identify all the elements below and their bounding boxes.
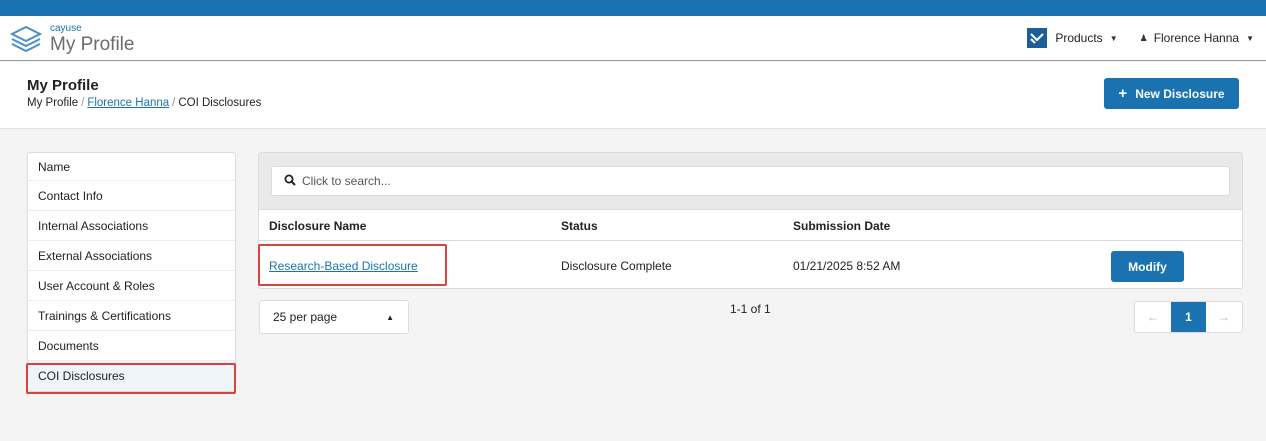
table-header: Disclosure Name Status Submission Date [259, 211, 1242, 241]
submission-date: 01/21/2025 8:52 AM [793, 259, 901, 273]
breadcrumb-separator: / [81, 97, 85, 109]
sidebar-item-internal-associations[interactable]: Internal Associations [28, 211, 235, 241]
products-menu[interactable]: Products ▼ [1055, 31, 1117, 45]
app-logo[interactable]: cayuse My Profile [10, 24, 134, 54]
column-header-disclosure-name[interactable]: Disclosure Name [269, 219, 366, 233]
disclosure-name-link[interactable]: Research-Based Disclosure [269, 259, 418, 273]
sidebar-item-contact-info[interactable]: Contact Info [28, 181, 235, 211]
user-icon: ♟ [1139, 32, 1148, 43]
sidebar-item-user-account-roles[interactable]: User Account & Roles [28, 271, 235, 301]
per-page-select[interactable]: 25 per page ▲ [259, 300, 409, 334]
user-name: Florence Hanna [1153, 31, 1240, 45]
app-header: cayuse My Profile Products ▼ ♟ Florence … [0, 16, 1266, 61]
chevron-down-icon: ▼ [1246, 33, 1254, 43]
breadcrumb: My Profile / Florence Hanna / COI Disclosure… [27, 97, 261, 109]
new-disclosure-label: New Disclosure [1135, 86, 1225, 101]
user-menu[interactable]: ♟ Florence Hanna ▼ [1140, 31, 1254, 45]
brand-name: cayuse [50, 23, 82, 34]
breadcrumb-my-profile: My Profile [27, 97, 79, 109]
breadcrumb-current: COI Disclosures [178, 97, 262, 109]
page-number-button[interactable]: 1 [1171, 302, 1206, 332]
page-header: My Profile My Profile / Florence Hanna / COI… [0, 62, 1266, 129]
breadcrumb-separator: / [172, 97, 176, 109]
chevron-down-icon: ▼ [1109, 33, 1118, 43]
profile-sidebar: Name Contact Info Internal Associations … [27, 152, 236, 392]
disclosures-panel: Disclosure Name Status Submission Date R… [258, 152, 1243, 289]
search-bar-area [259, 153, 1242, 210]
arrow-right-icon: → [1218, 310, 1230, 324]
column-header-status[interactable]: Status [561, 219, 598, 233]
table-row: Research-Based Disclosure Disclosure Com… [259, 242, 1242, 288]
cayuse-logo-icon [10, 25, 42, 53]
page-range-info: 1-1 of 1 [730, 302, 771, 316]
sidebar-item-documents[interactable]: Documents [28, 331, 235, 361]
sidebar-item-coi-disclosures[interactable]: COI Disclosures [28, 361, 235, 391]
modify-button[interactable]: Modify [1111, 251, 1184, 282]
breadcrumb-link-user[interactable]: Florence Hanna [87, 97, 169, 109]
per-page-value: 25 per page [273, 310, 338, 324]
new-disclosure-button[interactable]: + New Disclosure [1104, 78, 1239, 109]
products-label: Products [1055, 31, 1103, 45]
search-input[interactable] [302, 174, 1202, 188]
search-box[interactable] [271, 166, 1230, 196]
search-icon [284, 174, 296, 189]
chevron-up-icon: ▲ [386, 312, 394, 322]
prev-page-button[interactable]: ← [1135, 302, 1171, 332]
arrow-left-icon: ← [1147, 310, 1159, 324]
next-page-button[interactable]: → [1206, 302, 1242, 332]
page-title: My Profile [27, 77, 99, 94]
top-accent-bar [0, 0, 1266, 16]
plus-icon: + [1118, 85, 1128, 102]
products-icon[interactable] [1027, 28, 1048, 48]
pagination-control: ← 1 → [1134, 301, 1243, 333]
disclosure-status: Disclosure Complete [561, 259, 672, 273]
sidebar-item-trainings-certifications[interactable]: Trainings & Certifications [28, 301, 235, 331]
app-title: My Profile [50, 34, 135, 55]
sidebar-item-external-associations[interactable]: External Associations [28, 241, 235, 271]
sidebar-item-name[interactable]: Name [28, 153, 235, 181]
column-header-submission-date[interactable]: Submission Date [793, 219, 890, 233]
